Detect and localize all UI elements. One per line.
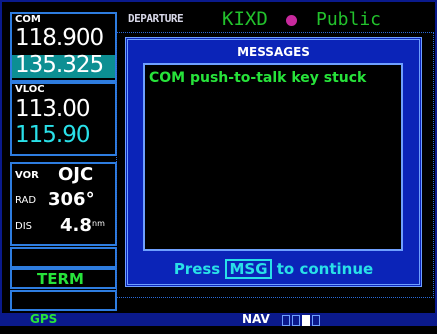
nav-page-group: NAV [242,312,270,326]
com-box[interactable]: COM 118.900 135.325 [10,12,117,82]
messages-list: COM push-to-talk key stuck [143,63,403,251]
airport-type: Public [316,9,382,30]
screen-frame: COM 118.900 135.325 VLOC 113.00 115.90 V… [0,0,437,317]
vloc-standby-frequency[interactable]: 115.90 [15,122,90,148]
cdi-mode-box: TERM [10,268,117,289]
vloc-box[interactable]: VLOC 113.00 115.90 [10,82,117,156]
vor-ident: OJC [58,164,94,185]
com-label: COM [15,14,41,25]
distance-value: 4.8 [60,215,92,236]
radial-label: RAD [15,195,37,206]
messages-window: MESSAGES COM push-to-talk key stuck Pres… [125,37,422,287]
vor-info-box: VOR OJC RAD 306° DIS 4.8 nm [10,162,117,246]
distance-unit: nm [92,219,105,228]
page-index-icon [282,315,322,334]
msg-key-button[interactable]: MSG [225,259,272,279]
distance-label: DIS [15,221,32,232]
messages-footer: Press MSG to continue [128,259,419,279]
vloc-active-frequency: 113.00 [15,96,90,122]
airport-identifier[interactable]: KIXD [222,8,268,30]
com-active-frequency: 118.900 [15,25,104,51]
status-bar [0,313,437,326]
com-standby-frequency[interactable]: 135.325 [15,52,104,78]
message-item: COM push-to-talk key stuck [149,70,367,86]
footer-prefix: Press [173,260,221,278]
cdi-mode: TERM [37,270,84,288]
cdi-top-box [10,247,117,268]
gps-indicator: GPS [30,312,58,326]
vor-label: VOR [15,170,39,181]
vloc-label: VLOC [15,84,45,95]
airport-symbol-icon [286,15,297,26]
footer-suffix: to continue [276,260,374,278]
page-title: DEPARTURE [128,12,184,25]
radial-value: 306° [48,189,95,210]
messages-title: MESSAGES [237,45,310,59]
cdi-bottom-box [10,290,117,311]
